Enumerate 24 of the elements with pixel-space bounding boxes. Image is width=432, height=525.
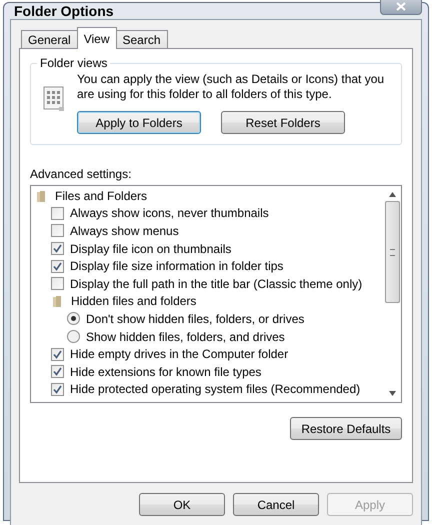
- option-label[interactable]: Always show icons, never thumbnails: [70, 206, 269, 220]
- option-label[interactable]: Hide protected operating system files (Recommended): [70, 382, 360, 396]
- option-label[interactable]: Hide empty drives in the Computer folder: [70, 347, 288, 362]
- option-label[interactable]: Display the full path in the title bar (Classic theme only): [70, 276, 362, 291]
- tab[interactable]: General: [21, 30, 78, 49]
- option-label[interactable]: Display file size information in folder tips: [70, 259, 284, 274]
- description-text: You can apply the view (such as Details or Icons) that you are using for this folder to all folders of this type.: [77, 72, 386, 102]
- section-label: Advanced settings:: [30, 167, 132, 181]
- folder-action-button[interactable]: Apply to Folders: [77, 111, 201, 134]
- group-title: Folder views: [37, 56, 110, 70]
- option-label[interactable]: Show hidden files, folders, and drives: [86, 330, 285, 344]
- tab[interactable]: View: [76, 27, 116, 49]
- dialog-button[interactable]: Cancel: [233, 493, 319, 516]
- option-label[interactable]: Don't show hidden files, folders, or drives: [86, 312, 304, 326]
- category-label: Files and Folders: [55, 188, 148, 203]
- window-title: Folder Options: [13, 3, 114, 19]
- dialog-button[interactable]: OK: [139, 493, 225, 516]
- folder-action-button[interactable]: Reset Folders: [221, 111, 345, 134]
- option-label[interactable]: Always show menus: [70, 224, 179, 238]
- category-label: Hidden files and folders: [71, 294, 196, 308]
- option-label[interactable]: Hide extensions for known file types: [70, 364, 262, 379]
- restore-defaults-button[interactable]: Restore Defaults: [290, 417, 402, 440]
- option-label[interactable]: Display file icon on thumbnails: [70, 242, 232, 256]
- tab[interactable]: Search: [116, 30, 168, 49]
